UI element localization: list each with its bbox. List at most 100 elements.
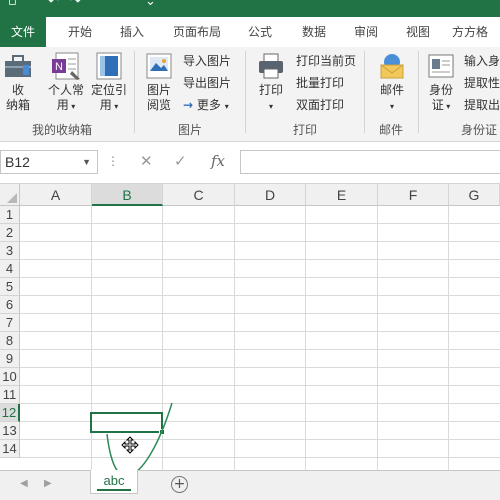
id-extract-birth-label: 提取出 xyxy=(464,98,500,112)
tab-insert[interactable]: 插入 xyxy=(112,17,152,47)
duplex-print-label: 双面打印 xyxy=(296,98,345,112)
personal-common-label-2: 用 xyxy=(56,98,69,112)
gridline xyxy=(20,277,500,278)
insert-function-icon[interactable]: fx xyxy=(211,152,225,170)
gridline xyxy=(20,331,500,332)
customize-toolbar-icon[interactable]: ⌄ xyxy=(145,0,156,9)
prev-sheet-icon[interactable]: ◀ xyxy=(20,478,28,489)
chevron-down-icon: ▾ xyxy=(68,102,76,111)
column-header-g[interactable]: G xyxy=(449,184,500,206)
undo-icon[interactable]: ↶ xyxy=(48,0,59,9)
locate-reference-icon xyxy=(96,52,122,80)
tab-fangfangge[interactable]: 方方格 xyxy=(452,17,500,47)
row-header-7[interactable]: 7 xyxy=(0,314,20,332)
group-separator xyxy=(245,51,246,133)
row-header-3[interactable]: 3 xyxy=(0,242,20,260)
group-label-images: 图片 xyxy=(177,123,202,137)
chevron-down-icon: ▾ xyxy=(389,102,394,111)
next-sheet-icon[interactable]: ▶ xyxy=(44,478,52,489)
name-box-value: B12 xyxy=(5,154,30,170)
row-header-11[interactable]: 11 xyxy=(0,386,20,404)
column-header-c[interactable]: C xyxy=(163,184,235,206)
tab-formulas[interactable]: 公式 xyxy=(240,17,280,47)
worksheet-grid[interactable]: A B C D E F G 1 2 3 4 5 6 7 8 9 10 11 12… xyxy=(0,184,500,470)
row-header-1[interactable]: 1 xyxy=(0,206,20,224)
row-header-13[interactable]: 13 xyxy=(0,422,20,440)
duplex-print-button[interactable]: 双面打印 xyxy=(296,95,344,115)
row-header-4[interactable]: 4 xyxy=(0,260,20,278)
gesture-stroke xyxy=(106,402,173,470)
chevron-down-icon: ▾ xyxy=(224,102,229,111)
mail-label: 邮件 xyxy=(379,83,404,97)
row-header-10[interactable]: 10 xyxy=(0,368,20,386)
chevron-down-icon: ▾ xyxy=(111,102,119,111)
tab-page-layout[interactable]: 页面布局 xyxy=(164,17,230,47)
export-image-label: 导出图片 xyxy=(183,76,232,90)
enter-icon[interactable]: ✓ xyxy=(174,152,187,170)
active-cell[interactable] xyxy=(90,412,163,433)
locate-reference-button[interactable]: 定位引 用 ▾ xyxy=(89,51,129,114)
tab-view[interactable]: 视图 xyxy=(398,17,438,47)
more-button[interactable]: → 更多 ▾ xyxy=(183,95,229,115)
row-header-5[interactable]: 5 xyxy=(0,278,20,296)
import-image-button[interactable]: 导入图片 xyxy=(183,51,231,71)
mail-icon xyxy=(380,54,404,79)
row-header-12[interactable]: 12 xyxy=(0,404,20,422)
tab-data[interactable]: 数据 xyxy=(293,17,335,47)
personal-common-label-1: 个人常 xyxy=(47,83,84,97)
print-current-page-button[interactable]: 打印当前页 xyxy=(296,51,356,71)
gridline xyxy=(20,403,500,404)
row-header-2[interactable]: 2 xyxy=(0,224,20,242)
row-header-9[interactable]: 9 xyxy=(0,350,20,368)
import-image-label: 导入图片 xyxy=(183,54,232,68)
gridline xyxy=(20,457,500,458)
gridline xyxy=(20,349,500,350)
select-all-corner[interactable] xyxy=(0,184,20,206)
column-header-a[interactable]: A xyxy=(20,184,92,206)
mail-button[interactable]: 邮件 ▾ xyxy=(372,51,412,114)
cancel-icon[interactable]: ✕ xyxy=(140,152,153,170)
chevron-down-icon: ▾ xyxy=(268,102,273,111)
more-label: 更多 xyxy=(196,98,221,112)
column-header-b[interactable]: B xyxy=(92,184,163,206)
move-cursor-icon xyxy=(121,436,139,454)
batch-print-button[interactable]: 批量打印 xyxy=(296,73,344,93)
sheet-tab-active[interactable]: abc xyxy=(90,470,138,494)
id-card-label-1: 身份 xyxy=(428,83,453,97)
gridline xyxy=(234,206,235,470)
redo-icon[interactable]: ↷ xyxy=(70,0,81,9)
row-header-8[interactable]: 8 xyxy=(0,332,20,350)
row-header-6[interactable]: 6 xyxy=(0,296,20,314)
group-separator xyxy=(418,51,419,133)
id-card-button[interactable]: 身份 证 ▾ xyxy=(424,51,458,114)
name-box[interactable]: B12 ▼ xyxy=(0,150,98,174)
column-header-e[interactable]: E xyxy=(306,184,378,206)
id-input-button[interactable]: 输入身 xyxy=(464,51,500,71)
ribbon-tabs: 文件 开始 插入 页面布局 公式 数据 审阅 视图 方方格 xyxy=(0,17,500,47)
personal-common-button[interactable]: N 个人常 用 ▾ xyxy=(44,51,88,114)
formula-input[interactable] xyxy=(240,150,500,174)
locate-reference-label-1: 定位引 xyxy=(90,83,127,97)
id-extract-gender-button[interactable]: 提取性 xyxy=(464,73,500,93)
storage-box-label-2: 纳箱 xyxy=(5,98,30,112)
tab-home[interactable]: 开始 xyxy=(58,17,102,47)
tab-review[interactable]: 审阅 xyxy=(346,17,386,47)
fill-handle[interactable] xyxy=(159,429,165,435)
save-icon[interactable]: ▫ xyxy=(8,0,17,9)
more-options-icon[interactable]: ⋮ xyxy=(107,154,119,168)
column-header-f[interactable]: F xyxy=(378,184,449,206)
row-header-14[interactable]: 14 xyxy=(0,440,20,458)
id-input-label: 输入身 xyxy=(464,54,500,68)
export-image-button[interactable]: 导出图片 xyxy=(183,73,231,93)
id-extract-gender-label: 提取性 xyxy=(464,76,500,90)
print-button[interactable]: 打印 ▾ xyxy=(253,51,289,114)
id-extract-birth-button[interactable]: 提取出 xyxy=(464,95,500,115)
storage-box-label-1: 收 xyxy=(11,83,24,97)
add-sheet-button[interactable]: + xyxy=(171,476,188,493)
column-header-d[interactable]: D xyxy=(235,184,306,206)
image-viewer-button[interactable]: 图片 阅览 xyxy=(140,51,178,113)
formula-bar: B12 ▼ ⋮ ✕ ✓ fx xyxy=(0,142,500,184)
chevron-down-icon[interactable]: ▼ xyxy=(82,151,91,173)
tab-file[interactable]: 文件 xyxy=(0,17,46,47)
storage-box-button[interactable]: 收 纳箱 xyxy=(2,51,34,113)
